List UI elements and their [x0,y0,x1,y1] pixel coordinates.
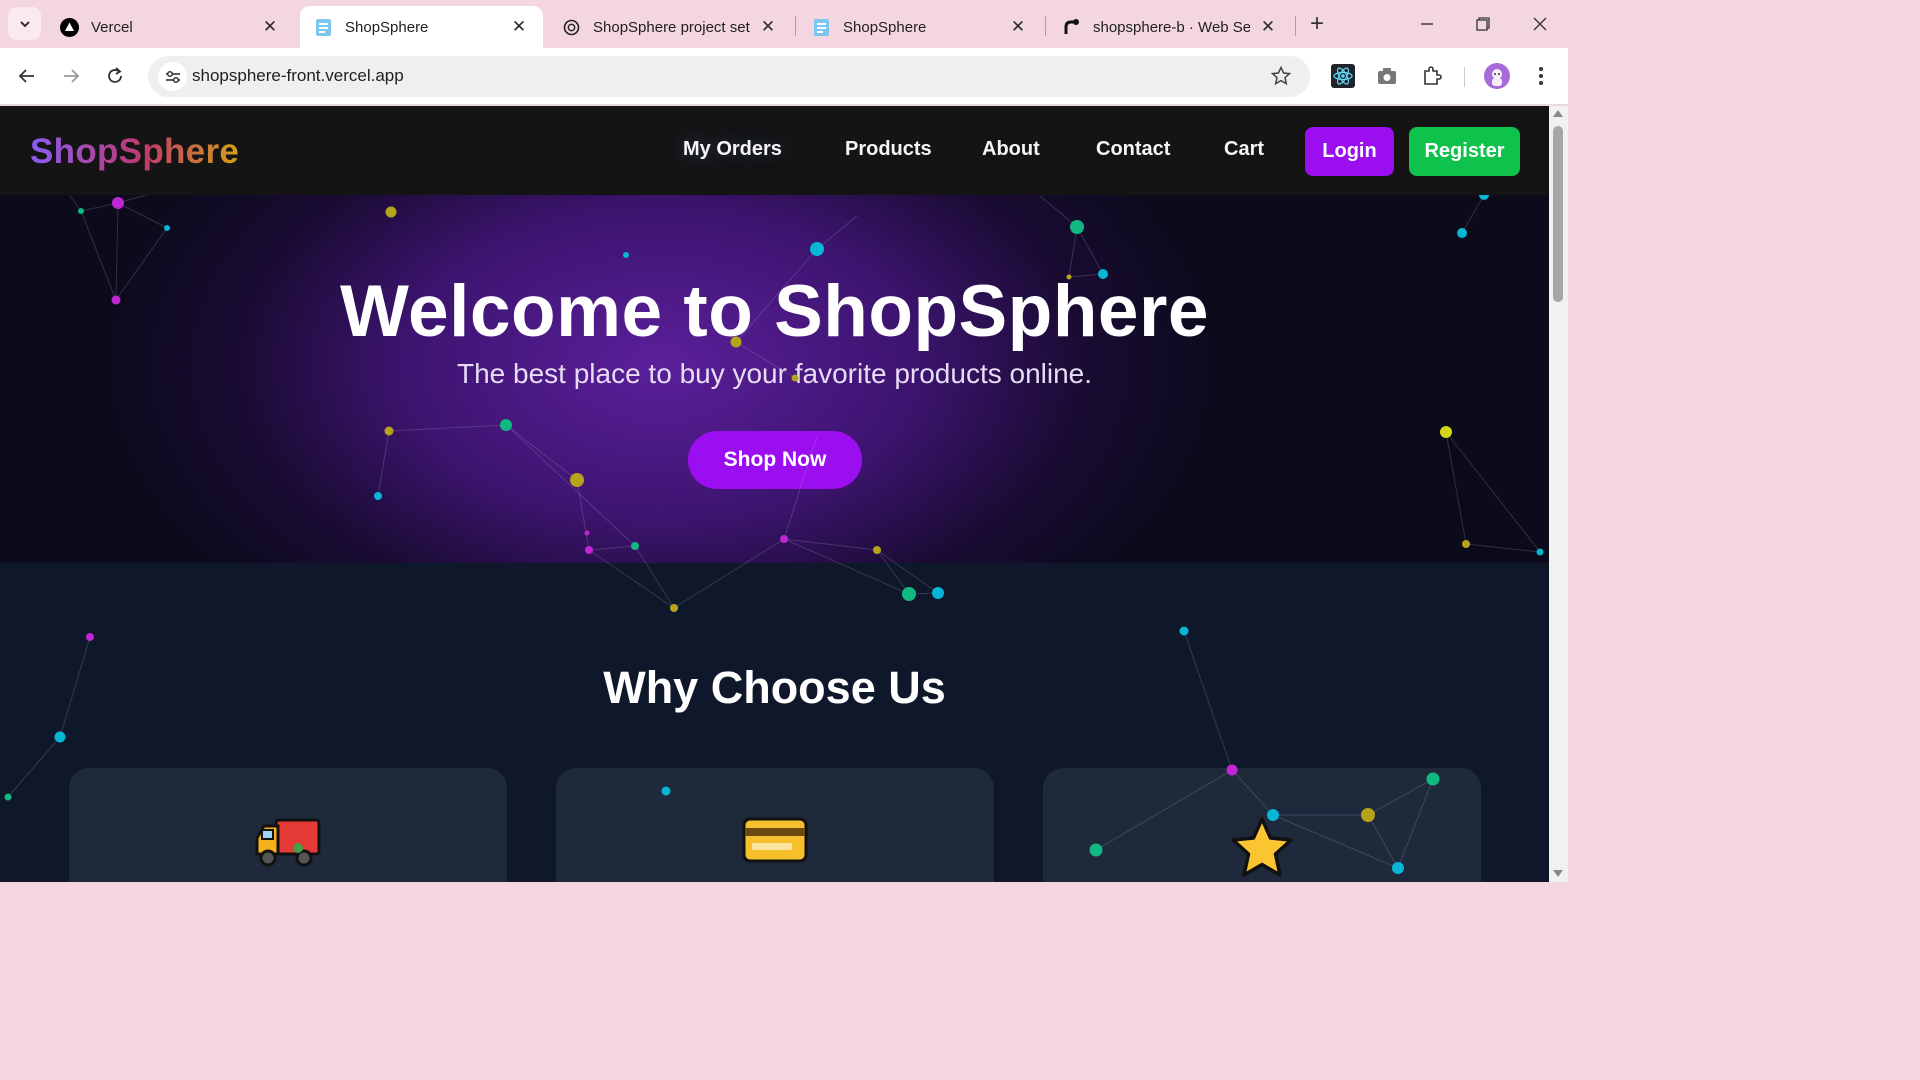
page-scrollbar[interactable] [1549,106,1568,882]
browser-toolbar: shopsphere-front.vercel.app [0,48,1568,105]
nav-link-contact[interactable]: Contact [1096,138,1170,161]
brand-logo[interactable]: ShopSphere [30,132,239,172]
register-button[interactable]: Register [1409,127,1520,176]
features-heading: Why Choose Us [603,662,946,713]
close-tab-icon[interactable]: ✕ [1258,17,1278,37]
scroll-up-arrow-icon[interactable] [1553,110,1563,117]
nav-link-about[interactable]: About [982,138,1040,161]
url-text[interactable]: shopsphere-front.vercel.app [192,66,404,86]
login-button[interactable]: Login [1305,127,1394,176]
browser-tab-chatgpt[interactable]: ShopSphere project setup ✕ [548,6,792,48]
delivery-truck-icon [254,816,322,873]
star-icon [1229,816,1295,882]
react-devtools-icon[interactable] [1329,62,1357,90]
hero-title: Welcome to ShopSphere [339,271,1210,352]
reload-icon[interactable] [101,62,129,90]
render-icon [1062,18,1081,37]
bookmark-star-icon[interactable] [1270,65,1292,87]
tab-search-button[interactable] [8,7,41,40]
forward-icon[interactable] [57,62,85,90]
vercel-triangle-icon [60,17,79,37]
page-doc-icon [314,18,333,37]
browser-menu-icon[interactable] [1527,62,1555,90]
new-tab-icon[interactable]: + [1304,10,1330,37]
nav-link-cart[interactable]: Cart [1224,138,1264,161]
restore-icon[interactable] [1469,11,1497,37]
close-tab-icon[interactable]: ✕ [1008,17,1028,37]
close-tab-icon[interactable]: ✕ [509,17,529,37]
credit-card-icon [742,816,808,869]
site-info-icon[interactable] [158,62,187,91]
minimize-icon[interactable] [1413,11,1441,37]
shop-now-button[interactable]: Shop Now [688,431,862,489]
close-window-icon[interactable] [1526,11,1554,37]
tab-title: Vercel [91,18,133,36]
site-navbar: ShopSphere My Orders Products About Cont… [0,106,1549,195]
chevron-down-icon [19,20,30,27]
browser-tab-strip: Vercel ✕ ShopSphere ✕ ShopSphere project… [0,0,1568,48]
browser-tab-render[interactable]: shopsphere-b · Web Service ✕ [1048,6,1292,48]
nav-link-products[interactable]: Products [845,138,932,161]
scroll-down-arrow-icon[interactable] [1553,870,1563,877]
feature-card-quality [1043,768,1481,882]
nav-link-my-orders[interactable]: My Orders [683,138,782,161]
back-icon[interactable] [13,62,41,90]
page-viewport: ShopSphere My Orders Products About Cont… [0,106,1549,882]
browser-tab-shopsphere[interactable]: ShopSphere ✕ [798,6,1042,48]
camera-icon[interactable] [1373,62,1401,90]
address-bar[interactable]: shopsphere-front.vercel.app [148,56,1310,97]
hero-section: Welcome to ShopSphere The best place to … [0,195,1549,563]
extensions-icon[interactable] [1418,62,1446,90]
browser-tab-shopsphere-active[interactable]: ShopSphere ✕ [300,6,543,48]
toolbar-divider [1464,67,1465,87]
scrollbar-thumb[interactable] [1553,126,1563,302]
hero-subtitle: The best place to buy your favorite prod… [456,358,1093,389]
tab-title: shopsphere-b · Web Service [1093,18,1250,36]
page-doc-icon [812,18,831,37]
tab-title: ShopSphere [345,18,429,36]
close-tab-icon[interactable]: ✕ [758,17,778,37]
tab-title: ShopSphere [843,18,927,36]
profile-avatar[interactable] [1483,62,1511,90]
tab-title: ShopSphere project setup [593,18,750,36]
openai-icon [562,18,581,37]
close-tab-icon[interactable]: ✕ [260,17,280,37]
browser-tab-vercel[interactable]: Vercel ✕ [46,6,294,48]
feature-card-payment [556,768,994,882]
feature-card-delivery [69,768,507,882]
